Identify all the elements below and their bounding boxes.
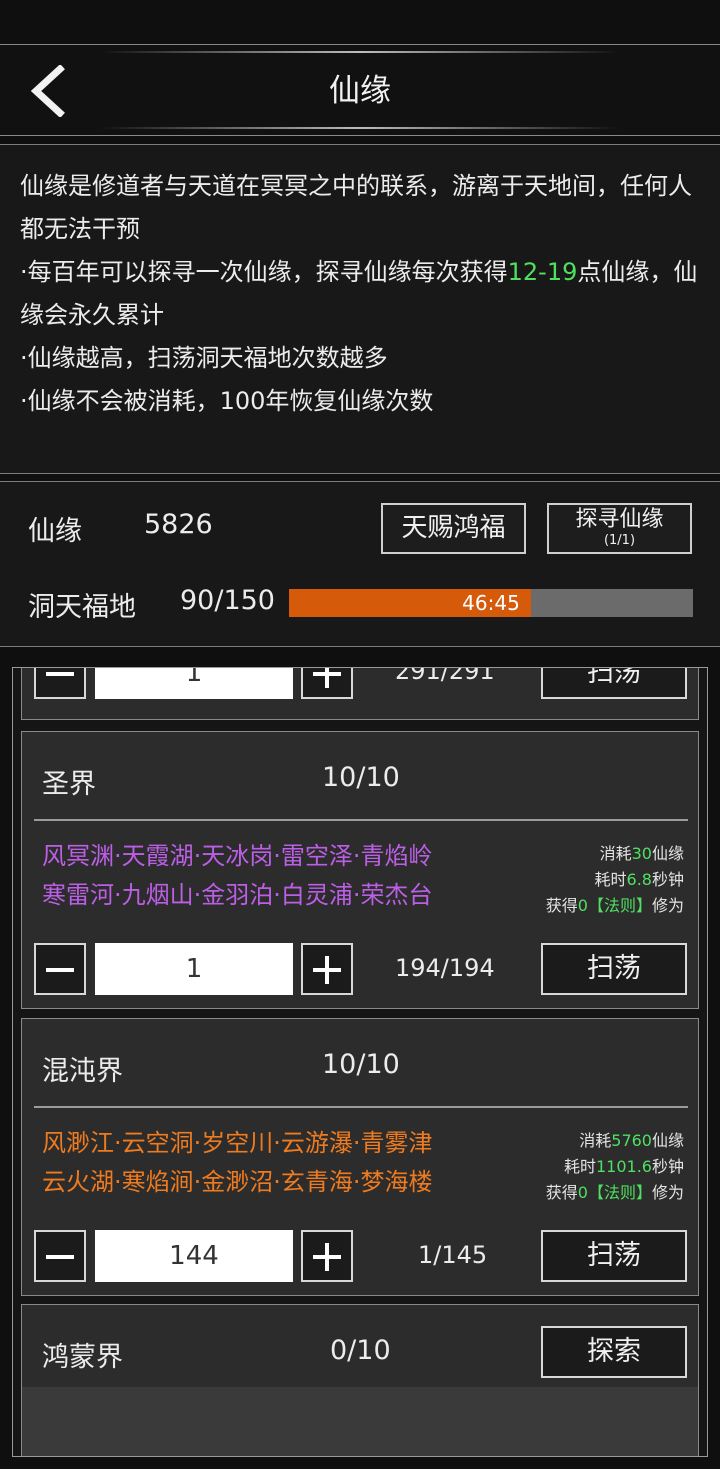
quantity-input[interactable]: 1 xyxy=(95,668,293,699)
realm-card-hundunjie: 混沌界 10/10 风渺江·云空洞·岁空川·云游瀑·青雾津 云火湖·寒焰涧·金渺… xyxy=(21,1018,699,1296)
decrease-button[interactable] xyxy=(34,943,86,995)
card-footer xyxy=(22,1387,698,1456)
increase-button[interactable] xyxy=(301,943,353,995)
time-info: 耗时1101.6秒钟 xyxy=(563,1157,684,1176)
explore-button-label: 探寻仙缘 xyxy=(575,507,664,532)
increase-button[interactable] xyxy=(301,1230,353,1282)
explore-xianyuan-button[interactable]: 探寻仙缘 (1/1) xyxy=(547,503,692,554)
header-bar: 仙缘 xyxy=(0,44,720,136)
realm-card-hongmengjie: 鸿蒙界 0/10 探索 xyxy=(21,1304,699,1456)
realm-count: 10/10 xyxy=(322,762,400,793)
sweep-button[interactable]: 扫荡 xyxy=(541,1230,687,1282)
description-line-1: 仙缘是修道者与天道在冥冥之中的联系，游离于天地间，任何人都无法干预 xyxy=(20,172,692,243)
realm-places: 风渺江·云空洞·岁空川·云游瀑·青雾津 云火湖·寒焰涧·金渺沼·玄青海·梦海楼 xyxy=(42,1129,433,1196)
description-highlight: 12-19 xyxy=(507,258,578,286)
realm-count: 0/10 xyxy=(330,1335,391,1366)
realm-list[interactable]: 1 291/291 扫荡 圣界 10/10 风冥渊·天霞湖·天冰岗·雷空泽·青焰… xyxy=(12,667,708,1457)
stats-panel: 仙缘 5826 天赐鸿福 探寻仙缘 (1/1) 洞天福地 90/150 46:4… xyxy=(0,481,720,647)
dongtian-value: 90/150 xyxy=(180,585,275,616)
consume-info: 消耗5760仙缘 xyxy=(579,1131,684,1150)
status-bar xyxy=(0,0,720,44)
card-divider xyxy=(34,1106,688,1108)
realm-card-partial: 1 291/291 扫荡 xyxy=(21,667,699,720)
consume-info: 消耗30仙缘 xyxy=(599,844,684,863)
recovery-progress-bar: 46:45 xyxy=(289,589,693,617)
description-line-4: ·仙缘不会被消耗，100年恢复仙缘次数 xyxy=(20,387,434,415)
minus-icon xyxy=(46,672,74,676)
sweep-button[interactable]: 扫荡 xyxy=(541,668,687,699)
decrease-button[interactable] xyxy=(34,668,86,699)
realm-card-shengjie: 圣界 10/10 风冥渊·天霞湖·天冰岗·雷空泽·青焰岭 寒雷河·九烟山·金羽泊… xyxy=(21,731,699,1009)
sweep-info: 消耗30仙缘 耗时6.8秒钟 获得0【法则】修为 xyxy=(546,841,684,919)
minus-icon xyxy=(46,968,74,972)
minus-icon xyxy=(46,1255,74,1259)
xianyuan-value: 5826 xyxy=(144,509,213,540)
quantity-input[interactable]: 144 xyxy=(95,1230,293,1282)
dongtian-label: 洞天福地 xyxy=(28,592,136,623)
realm-name: 圣界 xyxy=(42,769,96,800)
explore-button[interactable]: 探索 xyxy=(541,1326,687,1378)
gain-info: 获得0【法则】修为 xyxy=(545,1183,684,1202)
quantity-input[interactable]: 1 xyxy=(95,943,293,995)
realm-count: 10/10 xyxy=(322,1049,400,1080)
sweep-info: 消耗5760仙缘 耗时1101.6秒钟 获得0【法则】修为 xyxy=(546,1128,684,1206)
chevron-left-icon[interactable] xyxy=(28,64,72,118)
blessing-button[interactable]: 天赐鸿福 xyxy=(381,503,526,554)
xianyuan-label: 仙缘 xyxy=(28,516,82,547)
progress-timer: 46:45 xyxy=(462,591,520,615)
description-line-3: ·仙缘越高，扫荡洞天福地次数越多 xyxy=(20,344,388,372)
available-count: 291/291 xyxy=(395,667,495,685)
description-line-2: ·每百年可以探寻一次仙缘，探寻仙缘每次获得12-19点仙缘，仙缘会永久累计 xyxy=(20,258,698,329)
available-count: 194/194 xyxy=(395,954,495,982)
realm-name: 混沌界 xyxy=(42,1056,123,1087)
explore-button-count: (1/1) xyxy=(603,533,636,548)
time-info: 耗时6.8秒钟 xyxy=(594,870,684,889)
sweep-button[interactable]: 扫荡 xyxy=(541,943,687,995)
page-title: 仙缘 xyxy=(329,73,391,109)
decrease-button[interactable] xyxy=(34,1230,86,1282)
realm-places: 风冥渊·天霞湖·天冰岗·雷空泽·青焰岭 寒雷河·九烟山·金羽泊·白灵浦·荣杰台 xyxy=(42,842,433,909)
realm-name: 鸿蒙界 xyxy=(42,1342,123,1373)
increase-button[interactable] xyxy=(301,668,353,699)
gain-info: 获得0【法则】修为 xyxy=(545,896,684,915)
available-count: 1/145 xyxy=(418,1241,488,1269)
description-panel: 仙缘是修道者与天道在冥冥之中的联系，游离于天地间，任何人都无法干预 ·每百年可以… xyxy=(0,144,720,474)
card-divider xyxy=(34,819,688,821)
